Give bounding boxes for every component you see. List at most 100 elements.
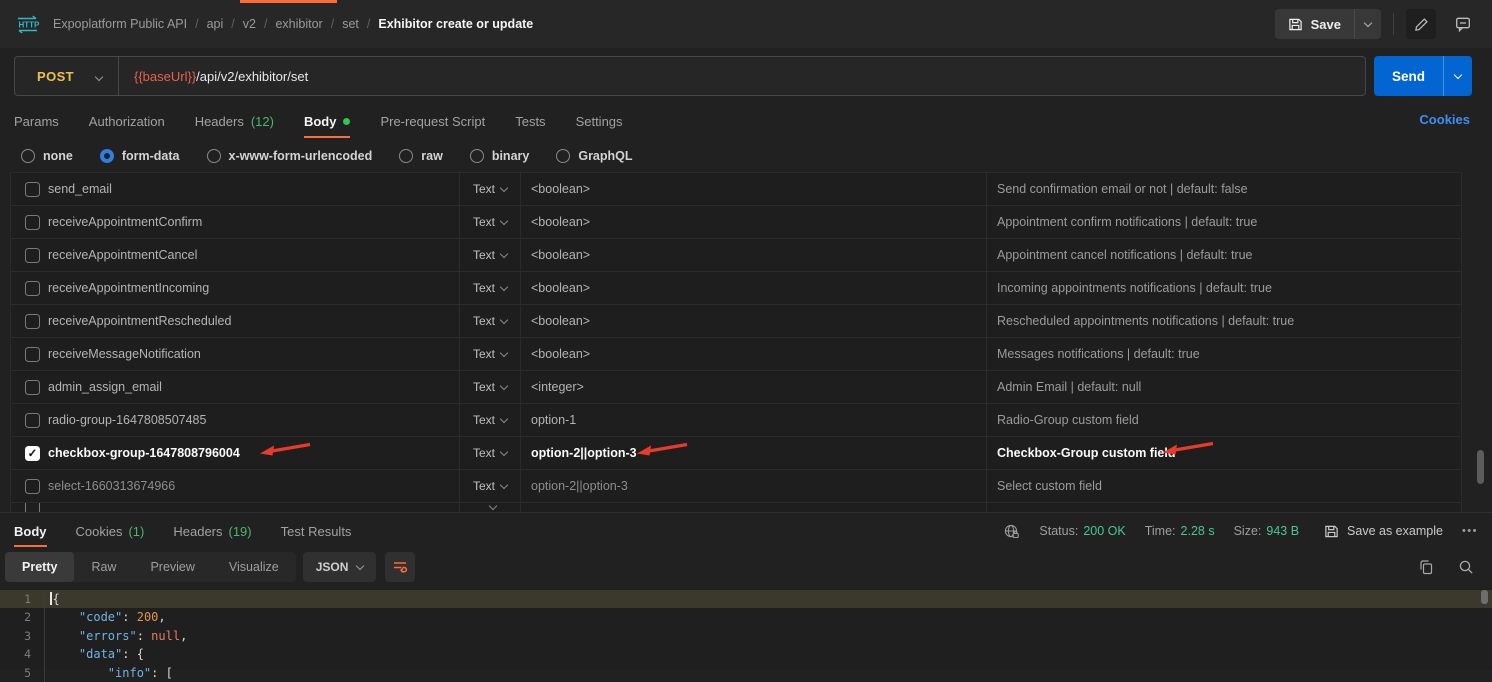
view-tab[interactable]: Raw	[74, 552, 133, 582]
status-badge[interactable]: Status:200 OK	[1039, 524, 1125, 538]
value-cell[interactable]: option-2||option-3	[521, 470, 986, 502]
method-select[interactable]: POST	[15, 69, 96, 84]
row-checkbox[interactable]	[25, 314, 40, 329]
cookies-link[interactable]: Cookies	[1419, 112, 1470, 127]
send-options-button[interactable]	[1443, 56, 1472, 96]
table-row[interactable]: receiveAppointmentIncoming Text <boolean…	[11, 271, 1461, 304]
row-checkbox[interactable]	[25, 182, 40, 197]
type-select[interactable]: Text	[459, 173, 521, 205]
table-row[interactable]: receiveMessageNotification Text <boolean…	[11, 337, 1461, 370]
value-cell[interactable]: <integer>	[521, 371, 986, 403]
body-mode-radio[interactable]: x-www-form-urlencoded	[207, 149, 373, 163]
response-body-editor[interactable]: 1{2 "code": 200,3 "errors": null,4 "data…	[0, 589, 1492, 669]
view-tab[interactable]: Pretty	[5, 552, 74, 582]
table-row[interactable]: select-1660313674966 Text option-2||opti…	[11, 469, 1461, 502]
type-select[interactable]: Text	[459, 272, 521, 304]
save-as-example-button[interactable]: Save as example	[1324, 524, 1443, 539]
key-cell[interactable]: receiveMessageNotification	[48, 338, 459, 370]
type-select[interactable]: Text	[459, 437, 521, 469]
description-cell[interactable]: Admin Email | default: null	[986, 371, 1461, 403]
body-mode-radio[interactable]: form-data	[100, 149, 180, 163]
value-cell[interactable]: option-2||option-3	[521, 437, 986, 469]
body-mode-radio[interactable]: none	[21, 149, 73, 163]
format-select[interactable]: JSON	[303, 552, 377, 582]
response-tab[interactable]: Test Results	[281, 513, 352, 549]
row-checkbox[interactable]	[25, 446, 40, 461]
key-cell[interactable]: radio-group-1647808507485	[48, 404, 459, 436]
breadcrumb-root[interactable]: Expoplatform Public API	[53, 17, 187, 31]
save-button[interactable]: Save	[1275, 9, 1381, 39]
send-button[interactable]: Send	[1374, 56, 1472, 96]
key-cell[interactable]: receiveAppointmentRescheduled	[48, 305, 459, 337]
table-row[interactable]: admin_assign_email Text <integer> Admin …	[11, 370, 1461, 403]
row-checkbox[interactable]	[25, 281, 40, 296]
value-cell[interactable]: <boolean>	[521, 206, 986, 238]
description-cell[interactable]: Send confirmation email or not | default…	[986, 173, 1461, 205]
description-cell[interactable]: Incoming appointments notifications | de…	[986, 272, 1461, 304]
key-cell[interactable]	[48, 503, 459, 512]
value-cell[interactable]: <boolean>	[521, 338, 986, 370]
key-cell[interactable]: select-1660313674966	[48, 470, 459, 502]
table-row[interactable]: receiveAppointmentRescheduled Text <bool…	[11, 304, 1461, 337]
request-tab[interactable]: Headers (12)	[195, 104, 274, 138]
value-cell[interactable]: <boolean>	[521, 239, 986, 271]
key-cell[interactable]: receiveAppointmentCancel	[48, 239, 459, 271]
value-cell[interactable]: <boolean>	[521, 173, 986, 205]
request-tab[interactable]: Settings	[576, 104, 623, 138]
description-cell[interactable]	[986, 503, 1461, 512]
description-cell[interactable]: Rescheduled appointments notifications |…	[986, 305, 1461, 337]
type-select[interactable]: Text	[459, 404, 521, 436]
method-chevron-icon[interactable]	[96, 67, 102, 85]
response-tab[interactable]: Body	[14, 513, 47, 549]
time-badge[interactable]: Time:2.28 s	[1145, 524, 1215, 538]
view-tab[interactable]: Visualize	[212, 552, 296, 582]
description-cell[interactable]: Select custom field	[986, 470, 1461, 502]
type-select[interactable]: Text	[459, 470, 521, 502]
description-cell[interactable]: Appointment confirm notifications | defa…	[986, 206, 1461, 238]
table-row[interactable]: checkbox-group-1647808796004 Text option…	[11, 436, 1461, 469]
description-cell[interactable]: Appointment cancel notifications | defau…	[986, 239, 1461, 271]
row-checkbox[interactable]	[25, 215, 40, 230]
request-tab[interactable]: Body	[304, 104, 351, 138]
type-select[interactable]	[459, 503, 521, 512]
key-cell[interactable]: admin_assign_email	[48, 371, 459, 403]
wrap-lines-button[interactable]	[385, 552, 415, 582]
save-options-button[interactable]	[1354, 9, 1381, 39]
value-cell[interactable]: <boolean>	[521, 272, 986, 304]
value-cell[interactable]	[521, 503, 986, 512]
row-checkbox[interactable]	[25, 413, 40, 428]
response-tab[interactable]: Headers (19)	[173, 513, 251, 549]
description-cell[interactable]: Messages notifications | default: true	[986, 338, 1461, 370]
request-tab[interactable]: Params	[14, 104, 59, 138]
view-tab[interactable]: Preview	[133, 552, 211, 582]
response-tab[interactable]: Cookies (1)	[76, 513, 145, 549]
size-badge[interactable]: Size:943 B	[1234, 524, 1299, 538]
body-mode-radio[interactable]: GraphQL	[556, 149, 632, 163]
network-icon[interactable]	[1003, 523, 1020, 540]
request-tab[interactable]: Pre-request Script	[380, 104, 485, 138]
key-cell[interactable]: receiveAppointmentConfirm	[48, 206, 459, 238]
edit-button[interactable]	[1406, 9, 1436, 39]
url-input[interactable]: {{baseUrl}}/api/v2/exhibitor/set	[119, 69, 308, 84]
table-row[interactable]: receiveAppointmentConfirm Text <boolean>…	[11, 205, 1461, 238]
body-mode-radio[interactable]: raw	[399, 149, 443, 163]
table-scrollbar-thumb[interactable]	[1477, 450, 1484, 484]
type-select[interactable]: Text	[459, 305, 521, 337]
table-row[interactable]: radio-group-1647808507485 Text option-1 …	[11, 403, 1461, 436]
table-row[interactable]: send_email Text <boolean> Send confirmat…	[11, 172, 1461, 205]
code-scrollbar-thumb[interactable]	[1481, 590, 1488, 604]
request-tab[interactable]: Authorization	[89, 104, 165, 138]
table-row[interactable]	[11, 502, 1461, 512]
type-select[interactable]: Text	[459, 338, 521, 370]
row-checkbox[interactable]	[25, 479, 40, 494]
table-row[interactable]: receiveAppointmentCancel Text <boolean> …	[11, 238, 1461, 271]
request-tab[interactable]: Tests	[515, 104, 545, 138]
key-cell[interactable]: checkbox-group-1647808796004	[48, 437, 459, 469]
description-cell[interactable]: Radio-Group custom field	[986, 404, 1461, 436]
row-checkbox[interactable]	[25, 347, 40, 362]
type-select[interactable]: Text	[459, 206, 521, 238]
copy-button[interactable]	[1418, 559, 1434, 575]
key-cell[interactable]: send_email	[48, 173, 459, 205]
row-checkbox[interactable]	[25, 502, 40, 512]
row-checkbox[interactable]	[25, 380, 40, 395]
